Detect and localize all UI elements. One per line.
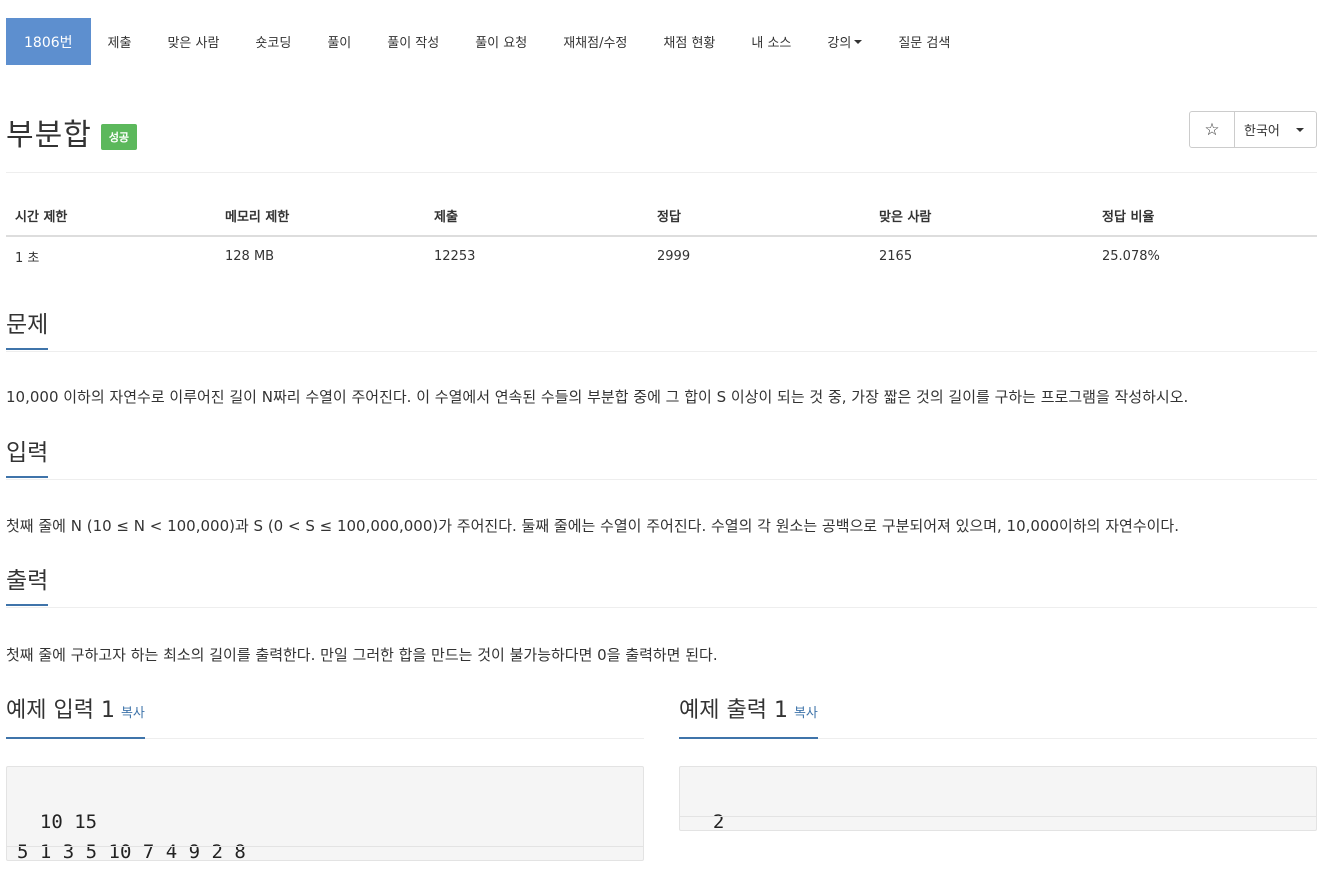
sample-output-footer bbox=[680, 816, 1316, 830]
caret-down-icon bbox=[854, 39, 863, 44]
accept-ratio-value: 25.078% bbox=[1102, 249, 1160, 264]
accepted-value: 2999 bbox=[657, 249, 691, 264]
header-time-limit: 시간 제한 bbox=[6, 196, 216, 237]
problem-nav: 1806번 제출 맞은 사람 숏코딩 풀이 풀이 작성 풀이 요청 재채점/수정… bbox=[6, 18, 965, 65]
input-section-title: 입력 bbox=[6, 440, 49, 478]
sample-input-title-wrap: 예제 입력 1 복사 bbox=[6, 697, 145, 739]
input-description: 첫째 줄에 N (10 ≤ N < 100,000)과 S (0 < S ≤ 1… bbox=[6, 517, 1179, 535]
header-memory-limit: 메모리 제한 bbox=[216, 196, 425, 237]
header-accepted: 정답 bbox=[648, 196, 870, 237]
language-dropdown[interactable]: 한국어 bbox=[1235, 111, 1317, 148]
copy-sample-input-button[interactable]: 복사 bbox=[121, 706, 145, 721]
output-section-title: 출력 bbox=[6, 568, 49, 606]
copy-sample-output-button[interactable]: 복사 bbox=[794, 706, 818, 721]
page-title: 부분합 bbox=[6, 118, 92, 153]
sample-output-header: 예제 출력 1 복사 bbox=[679, 697, 1317, 739]
header-accept-ratio: 정답 비율 bbox=[1093, 196, 1317, 237]
nav-rejudge[interactable]: 재채점/수정 bbox=[548, 18, 642, 65]
nav-question-search[interactable]: 질문 검색 bbox=[883, 18, 965, 65]
nav-request-solution[interactable]: 풀이 요청 bbox=[460, 18, 542, 65]
nav-short-coding[interactable]: 숏코딩 bbox=[240, 18, 306, 65]
problem-info-table: 시간 제한 메모리 제한 제출 정답 맞은 사람 정답 비율 1 초 128 M… bbox=[6, 196, 1317, 276]
nav-problem-number[interactable]: 1806번 bbox=[6, 18, 91, 65]
sample-input-title: 예제 입력 1 bbox=[6, 698, 115, 723]
memory-limit-value: 128 MB bbox=[225, 249, 275, 264]
nav-write-solution[interactable]: 풀이 작성 bbox=[372, 18, 454, 65]
table-header-row: 시간 제한 메모리 제한 제출 정답 맞은 사람 정답 비율 bbox=[6, 196, 1317, 237]
problem-section-header: 문제 bbox=[6, 312, 1317, 352]
sample-input-box[interactable]: 10 15 5 1 3 5 10 7 4 9 2 8 bbox=[6, 766, 644, 863]
sample-output-title: 예제 출력 1 bbox=[679, 698, 788, 723]
header-accepted-users: 맞은 사람 bbox=[870, 196, 1093, 237]
nav-accepted-users[interactable]: 맞은 사람 bbox=[152, 18, 234, 65]
sample-output-box[interactable]: 2 bbox=[679, 766, 1317, 833]
output-description: 첫째 줄에 구하고자 하는 최소의 길이를 출력한다. 만일 그러한 합을 만드… bbox=[6, 646, 718, 664]
title-row: 부분합 성공 bbox=[6, 110, 138, 154]
nav-submit[interactable]: 제출 bbox=[93, 18, 147, 65]
nav-lectures-label: 강의 bbox=[827, 36, 852, 51]
output-section-header: 출력 bbox=[6, 568, 1317, 608]
submissions-value: 12253 bbox=[434, 249, 476, 264]
accepted-users-value: 2165 bbox=[879, 249, 913, 264]
header-submissions: 제출 bbox=[425, 196, 648, 237]
sample-input-footer bbox=[7, 846, 643, 860]
divider bbox=[6, 172, 1317, 173]
table-row: 1 초 128 MB 12253 2999 2165 25.078% bbox=[6, 236, 1317, 276]
nav-status[interactable]: 채점 현황 bbox=[648, 18, 730, 65]
sample-input-header: 예제 입력 1 복사 bbox=[6, 697, 644, 739]
caret-down-icon bbox=[1295, 127, 1304, 132]
star-icon[interactable]: ☆ bbox=[1189, 111, 1235, 148]
nav-lectures-dropdown[interactable]: 강의 bbox=[812, 18, 877, 65]
language-label: 한국어 bbox=[1244, 124, 1280, 139]
problem-description: 10,000 이하의 자연수로 이루어진 길이 N짜리 수열이 주어진다. 이 … bbox=[6, 388, 1189, 406]
nav-my-source[interactable]: 내 소스 bbox=[736, 18, 806, 65]
title-actions: ☆ 한국어 bbox=[1189, 111, 1317, 148]
time-limit-value: 1 초 bbox=[15, 251, 40, 266]
input-section-header: 입력 bbox=[6, 440, 1317, 480]
sample-output-title-wrap: 예제 출력 1 복사 bbox=[679, 697, 818, 739]
problem-section-title: 문제 bbox=[6, 312, 49, 350]
status-badge: 성공 bbox=[100, 124, 138, 150]
nav-solutions[interactable]: 풀이 bbox=[312, 18, 366, 65]
